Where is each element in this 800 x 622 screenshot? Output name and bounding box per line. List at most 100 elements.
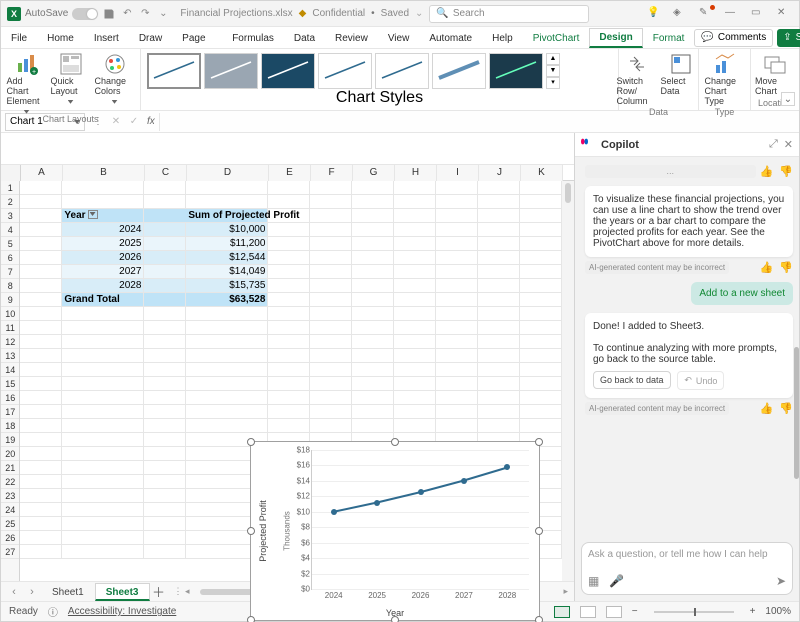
cell[interactable] (186, 335, 268, 349)
cell[interactable] (268, 237, 310, 251)
accessibility-icon[interactable]: ⓘ (48, 604, 58, 619)
cell[interactable] (268, 405, 310, 419)
cell[interactable] (62, 419, 144, 433)
row-header[interactable]: 17 (1, 405, 19, 419)
cancel-formula-icon[interactable]: ✕ (108, 114, 124, 130)
row-header[interactable]: 10 (1, 307, 19, 321)
cell[interactable] (20, 489, 62, 503)
cell[interactable] (20, 181, 62, 195)
cell[interactable] (394, 237, 436, 251)
accessibility-status[interactable]: Accessibility: Investigate (68, 606, 176, 617)
view-prompts-icon[interactable]: ▦ (588, 574, 599, 588)
resize-handle[interactable] (247, 616, 255, 622)
column-header[interactable]: E (269, 165, 311, 181)
cell[interactable] (436, 377, 478, 391)
cell[interactable] (144, 209, 186, 223)
row-header[interactable]: 16 (1, 391, 19, 405)
column-header[interactable]: A (21, 165, 63, 181)
cell[interactable] (186, 405, 268, 419)
cell[interactable] (268, 321, 310, 335)
cell[interactable] (394, 321, 436, 335)
cell[interactable] (352, 279, 394, 293)
cell[interactable] (144, 251, 186, 265)
row-header[interactable]: 8 (1, 279, 19, 293)
cell[interactable] (352, 307, 394, 321)
notifications-icon[interactable]: ✎ (699, 7, 713, 21)
cell[interactable] (144, 461, 186, 475)
cell[interactable] (20, 475, 62, 489)
cell[interactable] (352, 363, 394, 377)
undo-icon[interactable]: ↶ (120, 7, 134, 21)
change-colors-button[interactable]: Change Colors (95, 53, 135, 104)
cell[interactable] (394, 251, 436, 265)
cell[interactable] (268, 265, 310, 279)
cell[interactable] (268, 251, 310, 265)
cell[interactable] (478, 265, 520, 279)
row-header[interactable]: 21 (1, 461, 19, 475)
cell[interactable] (352, 293, 394, 307)
cell[interactable] (62, 475, 144, 489)
cell[interactable] (144, 181, 186, 195)
cell[interactable] (478, 209, 520, 223)
thumbs-up-icon[interactable]: 👍 (760, 165, 774, 178)
zoom-level[interactable]: 100% (765, 606, 791, 617)
cell[interactable] (394, 363, 436, 377)
row-header[interactable]: 27 (1, 545, 19, 559)
cell[interactable] (478, 405, 520, 419)
ribbon-tab-data[interactable]: Data (284, 27, 325, 49)
confidentiality-label[interactable]: Confidential (312, 8, 365, 19)
cell[interactable]: $11,200 (186, 237, 268, 251)
cell[interactable] (62, 349, 144, 363)
column-header[interactable]: I (437, 165, 479, 181)
ribbon-tab-review[interactable]: Review (325, 27, 378, 49)
cell[interactable] (144, 321, 186, 335)
cell[interactable] (310, 321, 352, 335)
zoom-in-button[interactable]: + (750, 606, 756, 617)
copilot-expand-icon[interactable]: ⤢ (769, 138, 778, 151)
cell[interactable] (478, 307, 520, 321)
cell[interactable] (394, 335, 436, 349)
cell[interactable] (520, 391, 562, 405)
cell[interactable] (436, 251, 478, 265)
row-header[interactable]: 4 (1, 223, 19, 237)
select-all-triangle[interactable] (1, 165, 21, 181)
resize-handle[interactable] (535, 527, 543, 535)
row-header[interactable]: 26 (1, 531, 19, 545)
cell[interactable] (436, 209, 478, 223)
row-header[interactable]: 5 (1, 237, 19, 251)
cell[interactable] (186, 307, 268, 321)
cell[interactable] (436, 349, 478, 363)
qat-dropdown-icon[interactable]: ⌄ (156, 7, 170, 21)
cell[interactable] (478, 321, 520, 335)
cell[interactable] (478, 335, 520, 349)
ribbon-tab-help[interactable]: Help (482, 27, 523, 49)
cell[interactable] (310, 279, 352, 293)
ribbon-tab-view[interactable]: View (378, 27, 420, 49)
cell[interactable] (20, 461, 62, 475)
move-chart-button[interactable]: Move Chart (755, 53, 795, 97)
cell[interactable]: Year (62, 209, 144, 223)
ribbon-tab-automate[interactable]: Automate (419, 27, 482, 49)
cell[interactable] (62, 433, 144, 447)
microphone-icon[interactable]: 🎤 (609, 574, 624, 588)
cell[interactable] (268, 377, 310, 391)
vertical-scrollbar[interactable] (562, 181, 574, 581)
cell[interactable] (144, 265, 186, 279)
cell[interactable] (20, 545, 62, 559)
cell[interactable] (352, 223, 394, 237)
chart-style-3[interactable] (261, 53, 315, 89)
cell[interactable] (186, 181, 268, 195)
cell[interactable] (20, 531, 62, 545)
cell[interactable] (144, 433, 186, 447)
cell[interactable] (520, 405, 562, 419)
cell[interactable] (62, 447, 144, 461)
chart-style-6[interactable] (432, 53, 486, 89)
accept-formula-icon[interactable]: ✓ (126, 114, 142, 130)
send-icon[interactable]: ➤ (776, 574, 786, 588)
cell[interactable] (478, 349, 520, 363)
cell[interactable] (478, 391, 520, 405)
cell[interactable] (352, 391, 394, 405)
cell[interactable] (310, 405, 352, 419)
cell[interactable] (20, 321, 62, 335)
cell[interactable] (478, 251, 520, 265)
